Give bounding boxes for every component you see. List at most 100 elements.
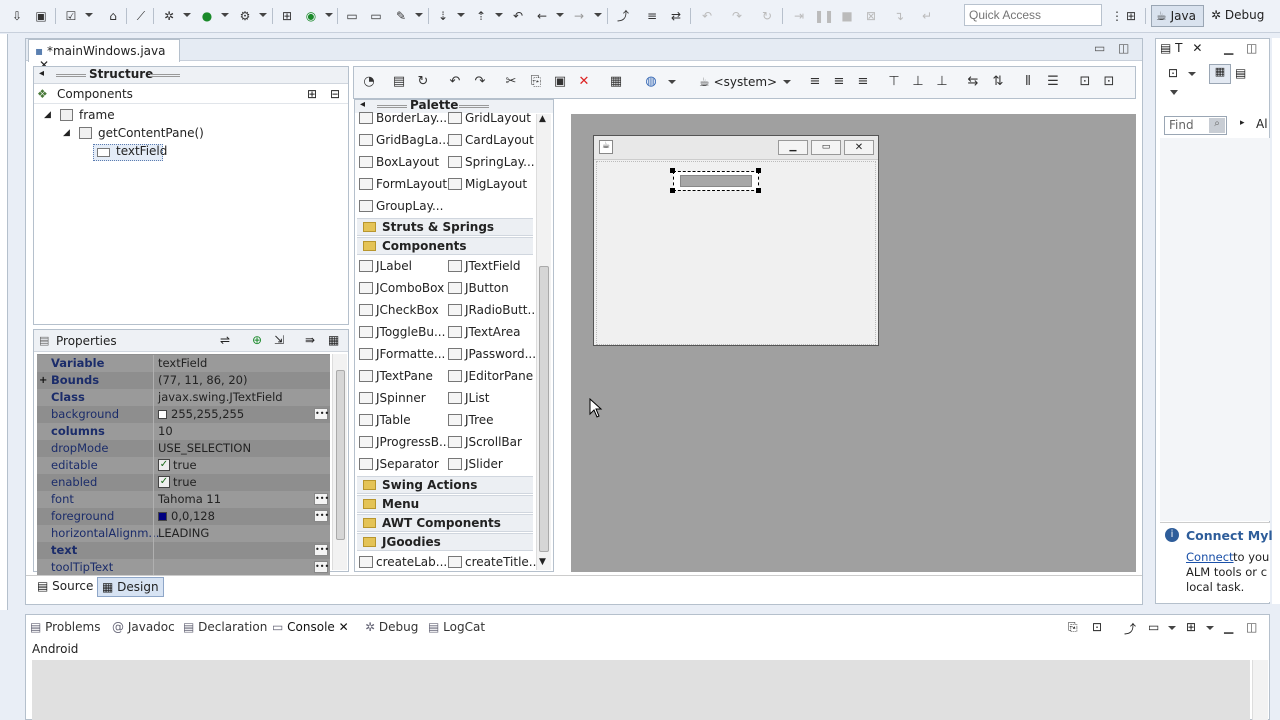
clear-console-icon[interactable]: ⎘ — [1068, 620, 1078, 635]
design-tab[interactable]: ▦ Design — [97, 577, 164, 597]
palette-folder-swing-actions[interactable]: Swing Actions — [357, 476, 533, 494]
palette-item-component[interactable]: JSeparator — [359, 454, 439, 474]
undo-icon[interactable]: ↶ — [446, 73, 464, 91]
palette-item-factory[interactable]: createTitle... — [448, 552, 540, 572]
restore-default-icon[interactable]: ▦ — [328, 333, 339, 347]
test-icon[interactable]: ◔ — [360, 73, 378, 91]
palette-item-component[interactable]: JSlider — [448, 454, 503, 474]
align-bottom-icon[interactable]: ⊥ — [933, 73, 951, 91]
step-over-icon[interactable]: ↴ — [890, 7, 908, 25]
maximize-view-icon[interactable]: ◫ — [1246, 620, 1257, 634]
chevron-down-icon[interactable] — [457, 13, 465, 17]
drag-grip[interactable] — [150, 74, 180, 77]
edit-value-button[interactable]: ••• — [314, 561, 329, 573]
undo-icon[interactable]: ↶ — [698, 7, 716, 25]
open-folder-icon[interactable]: ▭ — [343, 7, 361, 25]
chevron-down-icon[interactable] — [1168, 626, 1176, 630]
palette-item-component[interactable]: JCheckBox — [359, 300, 439, 320]
debug-perspective-button[interactable]: ✲ Debug — [1207, 5, 1275, 27]
new-task-icon[interactable]: ⊡ — [1168, 66, 1178, 80]
goto-definition-icon[interactable]: ⇲ — [274, 333, 284, 347]
resize-handle[interactable] — [670, 168, 675, 173]
align-center-icon[interactable]: ≡ — [830, 73, 848, 91]
palette-item-component[interactable]: JEditorPane — [448, 366, 533, 386]
quick-access-input[interactable] — [964, 4, 1102, 26]
chevron-down-icon[interactable] — [783, 80, 791, 84]
property-row[interactable]: font Tahoma 11 ••• — [37, 491, 330, 508]
palette-item-component[interactable]: JComboBox — [359, 278, 444, 298]
back-icon[interactable]: ← — [533, 7, 551, 25]
expand-icon[interactable]: + — [39, 372, 47, 389]
palette-folder-awt[interactable]: AWT Components — [357, 514, 533, 532]
task-icon[interactable]: ☑ — [62, 7, 80, 25]
skip-breakpoints-icon[interactable]: ⟋ — [132, 7, 150, 25]
palette-item-layout[interactable]: GridBagLa... — [359, 130, 450, 150]
scroll-up-icon[interactable]: ▲ — [539, 114, 546, 124]
property-value[interactable]: 0,0,128 — [171, 508, 215, 525]
property-row[interactable]: dropMode USE_SELECTION — [37, 440, 330, 457]
redo-icon[interactable]: ↷ — [471, 73, 489, 91]
step-return-icon[interactable]: ↵ — [918, 7, 936, 25]
palette-item-component[interactable]: JTextField — [448, 256, 521, 276]
forward-icon[interactable]: → — [570, 7, 588, 25]
align-right-icon[interactable]: ≡ — [854, 73, 872, 91]
minimize-view-icon[interactable]: ▁ — [1224, 41, 1233, 55]
next-annotation-icon[interactable]: ⇣ — [434, 7, 452, 25]
stop-icon[interactable]: ■ — [838, 7, 856, 25]
console-output[interactable] — [32, 660, 1250, 720]
palette-item-component[interactable]: JLabel — [359, 256, 412, 276]
save-icon[interactable]: ▣ — [32, 7, 50, 25]
scroll-lock-icon[interactable]: ⊡ — [1092, 620, 1102, 634]
property-row[interactable]: columns 10 — [37, 423, 330, 440]
console-tab-debug[interactable]: ✲ Debug — [365, 620, 418, 636]
chevron-down-icon[interactable] — [1188, 72, 1196, 76]
java-perspective-button[interactable]: ☕ Java — [1151, 5, 1204, 27]
distribute-h-icon[interactable]: ⦀ — [1019, 73, 1037, 91]
refresh-icon[interactable]: ↻ — [414, 73, 432, 91]
minimize-icon[interactable]: ▁ — [778, 140, 808, 155]
palette-item-layout[interactable]: BorderLay... — [359, 108, 447, 128]
folder-icon[interactable]: ▭ — [367, 7, 385, 25]
editor-tab-mainwindows[interactable]: ▪ *mainWindows.java ✕ — [28, 39, 180, 72]
chevron-down-icon[interactable] — [325, 13, 333, 17]
palette-item-component[interactable]: JScrollBar — [448, 432, 522, 452]
property-value[interactable]: 10 — [158, 423, 173, 440]
property-value[interactable]: Tahoma 11 — [158, 491, 221, 508]
chevron-down-icon[interactable] — [556, 13, 564, 17]
checkbox-icon[interactable]: ✓ — [158, 459, 170, 471]
open-perspective-icon[interactable]: ⊞ — [1122, 7, 1140, 25]
palette-item-layout[interactable]: CardLayout — [448, 130, 534, 150]
checkbox-icon[interactable]: ✓ — [158, 476, 170, 488]
chevron-down-icon[interactable] — [183, 13, 191, 17]
edit-value-button[interactable]: ••• — [314, 493, 329, 505]
step-icon[interactable]: ⇥ — [790, 7, 808, 25]
new-icon[interactable]: ⇩ — [8, 7, 26, 25]
palette-item-layout[interactable]: GridLayout — [448, 108, 531, 128]
palette-scrollbar[interactable]: ▲ ▼ — [536, 114, 551, 570]
palette-item-component[interactable]: JToggleBu... — [359, 322, 445, 342]
connect-link[interactable]: Connect — [1186, 550, 1234, 564]
add-event-icon[interactable]: ⊕ — [252, 333, 262, 347]
property-value[interactable]: textField — [158, 355, 207, 372]
property-row[interactable]: toolTipText ••• — [37, 559, 330, 576]
close-icon[interactable]: ✕ — [844, 140, 874, 155]
space-horizontal-icon[interactable]: ⇆ — [964, 73, 982, 91]
all-label[interactable]: Al — [1256, 117, 1268, 131]
edit-value-button[interactable]: ••• — [314, 408, 329, 420]
display-console-icon[interactable]: ▭ — [1148, 620, 1159, 634]
palette-item-component[interactable]: JPassword... — [448, 344, 536, 364]
edit-icon[interactable]: ✎ — [392, 7, 410, 25]
new-java-project-icon[interactable]: ⊞ — [278, 7, 296, 25]
fit-width-icon[interactable]: ⊡ — [1076, 73, 1094, 91]
scrollbar-thumb[interactable] — [336, 370, 345, 540]
palette-folder-components[interactable]: Components — [357, 237, 533, 255]
palette-item-component[interactable]: JTable — [359, 410, 411, 430]
console-tab-javadoc[interactable]: @ Javadoc — [112, 620, 175, 636]
property-value[interactable]: USE_SELECTION — [158, 440, 251, 457]
toggle-icon[interactable]: ⇄ — [667, 7, 685, 25]
palette-item-component[interactable]: JSpinner — [359, 388, 426, 408]
minimize-view-icon[interactable]: ▁ — [1224, 620, 1233, 634]
palette-item-component[interactable]: JProgressB... — [359, 432, 450, 452]
edit-value-button[interactable]: ••• — [314, 544, 329, 556]
textfield-widget[interactable] — [673, 171, 759, 191]
